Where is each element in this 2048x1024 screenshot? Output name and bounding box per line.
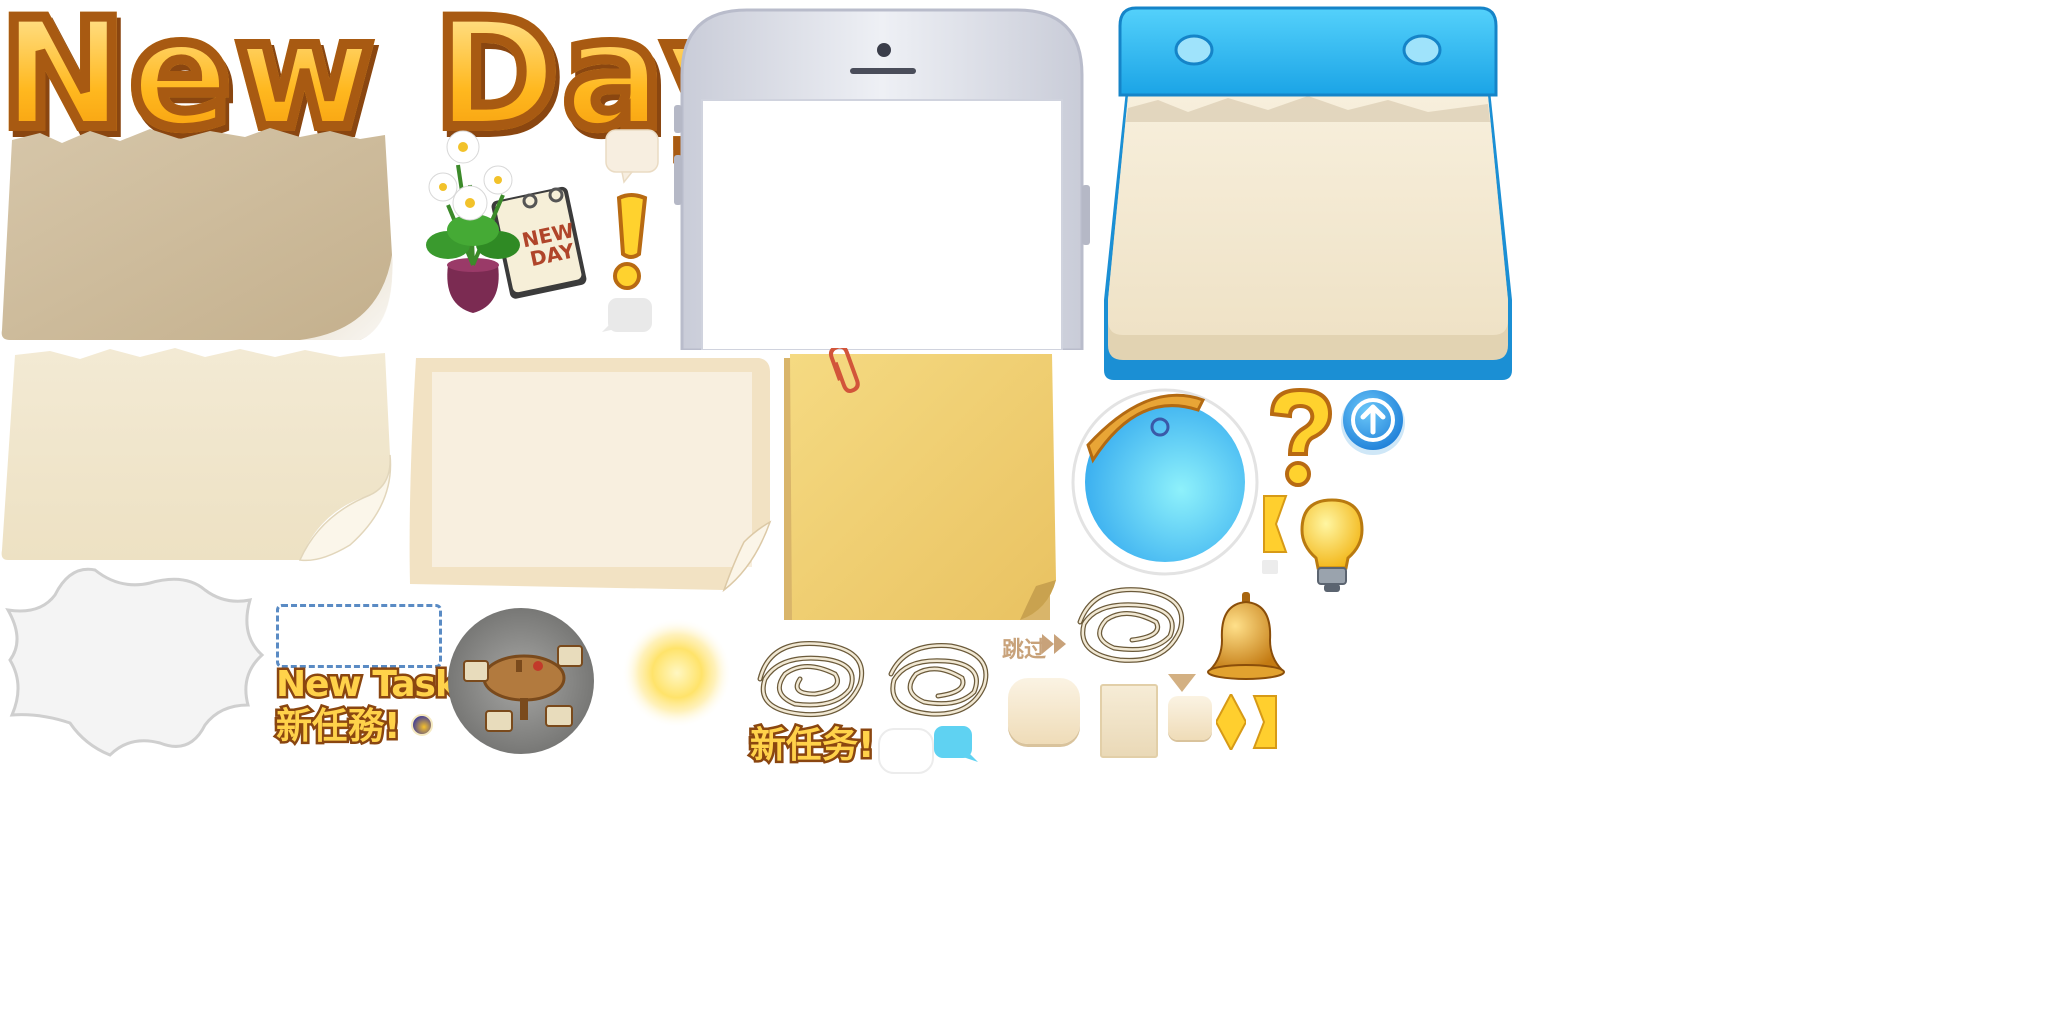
sprite-sheet: New Day ! New Day !: [0, 0, 2048, 1024]
exclamation-icon: [613, 193, 648, 290]
yellow-chevron-piece: [1252, 695, 1277, 749]
phone-frame: [674, 8, 1090, 350]
question-icon: [1269, 387, 1333, 487]
note-paper-framed: [409, 358, 772, 593]
dashed-input-frame: [276, 604, 442, 668]
speech-bubble-blue-small: [934, 726, 978, 762]
scribble-doodle-3: [1077, 587, 1184, 663]
calendar-pad: [1104, 6, 1512, 380]
torn-paper-tan: [1, 128, 393, 340]
scribble-doodle-1: [757, 640, 864, 718]
torn-paper-cream-curl: [1, 348, 392, 562]
skip-button-label: 跳过: [1002, 638, 1047, 663]
fast-forward-icon: [1042, 634, 1066, 654]
cream-card: [1100, 684, 1158, 758]
down-triangle-marker: [1168, 674, 1196, 692]
cream-tile-small: [1168, 696, 1212, 740]
new-task-tc-badge: 新任務!: [273, 704, 402, 749]
tiny-orb: [411, 714, 433, 736]
speech-bubble-cream-small: [605, 129, 659, 184]
small-gray-square: [1262, 560, 1278, 574]
blue-circle-medallion: [1071, 388, 1259, 576]
new-task-en-badge: New Task!: [273, 662, 476, 707]
skip-button[interactable]: 跳过: [1002, 630, 1066, 663]
sticky-note-yellow: [784, 348, 1056, 620]
starburst-bubble: [5, 567, 265, 757]
new-task-sc-badge: 新任务!: [747, 723, 876, 768]
scribble-doodle-2: [888, 643, 989, 717]
speech-bubble-gray-small: [602, 298, 652, 332]
yellow-bracket-piece: [1263, 495, 1288, 553]
yellow-diamond-piece: [1216, 694, 1246, 750]
cream-rounded-button[interactable]: [1008, 678, 1080, 744]
bell-icon: [1207, 592, 1285, 680]
white-rounded-bubble: [878, 728, 934, 774]
up-arrow-icon[interactable]: [1338, 386, 1408, 456]
restaurant-preview-circle: [448, 608, 594, 754]
lightbulb-icon: [1300, 498, 1364, 592]
sun-glow-icon: [622, 618, 732, 728]
